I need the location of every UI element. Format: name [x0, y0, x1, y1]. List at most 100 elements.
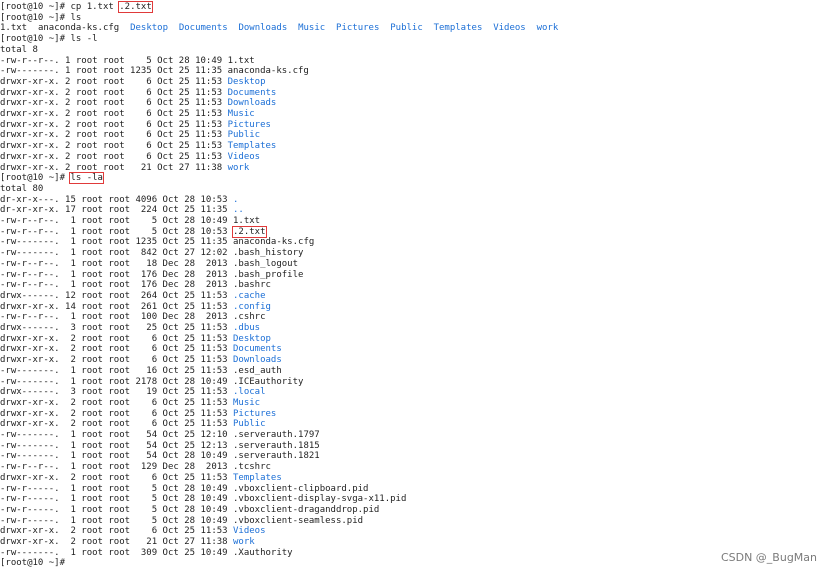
listing-row: -rw-r--r--. 1 root root 129 Dec 28 2013 …	[0, 462, 271, 473]
file-metadata: -rw-------. 1 root root 1235 Oct 25 11:3…	[0, 237, 233, 248]
directory-name: Documents	[227, 87, 277, 98]
highlighted-text: ls -la	[69, 172, 104, 185]
file-metadata: drwxr-xr-x. 2 root root 6 Oct 25 11:53	[0, 98, 228, 109]
file-name: .vboxclient-draganddrop.pid	[233, 504, 380, 515]
directory-name: Templates	[433, 23, 483, 34]
directory-name: Pictures	[336, 23, 380, 34]
directory-name: Templates	[227, 141, 277, 152]
file-metadata: -rw-------. 1 root root 54 Oct 25 12:10	[0, 430, 233, 440]
file-metadata: drwxr-xr-x. 2 root root 6 Oct 25 11:53	[0, 397, 233, 408]
directory-name: Videos	[493, 23, 526, 34]
command-text: cp 1.txt	[70, 2, 120, 12]
file-metadata: drwx------. 3 root root 19 Oct 25 11:53	[0, 387, 233, 398]
file-metadata: -rw-------. 1 root root 2178 Oct 28 10:4…	[0, 376, 233, 387]
directory-name: Pictures	[233, 408, 277, 419]
file-metadata: -rw-r--r--. 1 root root 5 Oct 28 10:49	[0, 216, 233, 226]
listing-row: drwxr-xr-x. 2 root root 6 Oct 25 11:53 D…	[0, 334, 271, 345]
output-line: total 80	[0, 184, 43, 195]
listing-row: drwxr-xr-x. 2 root root 6 Oct 25 11:53 D…	[0, 98, 276, 109]
listing-row: -rw-------. 1 root root 309 Oct 25 10:49…	[0, 548, 293, 559]
command-line: [root@10 ~]# ls -l	[0, 34, 98, 45]
file-metadata: -rw-r--r--. 1 root root 129 Dec 28 2013	[0, 462, 233, 473]
listing-row: drwxr-xr-x. 2 root root 6 Oct 25 11:53 D…	[0, 344, 282, 355]
directory-name: Public	[390, 23, 423, 34]
shell-prompt: [root@10 ~]#	[0, 558, 71, 569]
listing-row: -rw-r--r--. 1 root root 100 Dec 28 2013 …	[0, 312, 266, 323]
listing-row: drwxr-xr-x. 2 root root 6 Oct 25 11:53 P…	[0, 419, 266, 430]
file-name: 1.txt	[233, 216, 261, 226]
listing-row: -rw-r-----. 1 root root 5 Oct 28 10:49 .…	[0, 484, 368, 495]
file-metadata: drwxr-xr-x. 2 root root 6 Oct 25 11:53	[0, 109, 228, 119]
listing-row: drwxr-xr-x. 2 root root 6 Oct 25 11:53 P…	[0, 409, 276, 420]
watermark: CSDN @_BugMan	[720, 551, 817, 564]
listing-row: -rw-------. 1 root root 2178 Oct 28 10:4…	[0, 377, 303, 388]
file-metadata: drwxr-xr-x. 2 root root 6 Oct 25 11:53	[0, 408, 233, 419]
terminal-output[interactable]: [root@10 ~]# cp 1.txt .2.txt [root@10 ~]#…	[0, 0, 831, 574]
shell-prompt: [root@10 ~]#	[0, 34, 71, 45]
file-metadata: -rw-------. 1 root root 54 Oct 28 10:49	[0, 451, 233, 462]
listing-row: drwxr-xr-x. 14 root root 261 Oct 25 11:5…	[0, 302, 271, 313]
directory-name: Documents	[178, 23, 228, 34]
file-metadata: -rw-------. 1 root root 54 Oct 25 12:13	[0, 440, 233, 451]
file-metadata: drwxr-xr-x. 2 root root 6 Oct 25 11:53	[0, 76, 228, 87]
directory-name: Desktop	[227, 76, 266, 87]
listing-row: drwxr-xr-x. 2 root root 21 Oct 27 11:38 …	[0, 537, 255, 548]
file-metadata: drwxr-xr-x. 2 root root 6 Oct 25 11:53	[0, 344, 233, 355]
file-name: .bash_profile	[233, 269, 304, 280]
listing-row: -rw-r--r--. 1 root root 5 Oct 28 10:49 1…	[0, 216, 260, 227]
file-name: .serverauth.1797	[233, 430, 320, 440]
directory-name: Documents	[233, 344, 282, 355]
listing-row: drwxr-xr-x. 2 root root 6 Oct 25 11:53 T…	[0, 473, 282, 484]
file-name: 1.txt	[0, 23, 28, 34]
file-metadata: -rw-r-----. 1 root root 5 Oct 28 10:49	[0, 483, 233, 494]
file-name: .vboxclient-clipboard.pid	[233, 483, 369, 494]
file-metadata: drwx------. 12 root root 264 Oct 25 11:5…	[0, 290, 233, 301]
file-name: .2.txt	[232, 225, 267, 238]
file-name: anaconda-ks.cfg	[233, 237, 315, 248]
file-metadata: -rw-------. 1 root root 309 Oct 25 10:49	[0, 547, 233, 558]
file-name: .bash_history	[233, 248, 304, 259]
command-text: ls	[70, 12, 82, 23]
directory-name: Downloads	[233, 355, 282, 366]
listing-row: -rw-r-----. 1 root root 5 Oct 28 10:49 .…	[0, 494, 406, 505]
file-metadata: drwxr-xr-x. 2 root root 6 Oct 25 11:53	[0, 419, 233, 430]
directory-name: Pictures	[227, 119, 271, 130]
listing-row: -rw-------. 1 root root 1235 Oct 25 11:3…	[0, 237, 314, 248]
listing-row: drwxr-xr-x. 2 root root 6 Oct 25 11:53 D…	[0, 355, 282, 366]
output-text: total 80	[0, 183, 44, 194]
directory-name: .	[233, 194, 239, 205]
listing-row: drwxr-xr-x. 2 root root 6 Oct 25 11:53 P…	[0, 130, 260, 141]
file-metadata: -rw-r--r--. 1 root root 18 Dec 28 2013	[0, 258, 233, 269]
directory-name: Desktop	[130, 23, 168, 34]
file-metadata: dr-xr-x---. 15 root root 4096 Oct 28 10:…	[0, 194, 233, 205]
file-name: .bashrc	[233, 280, 271, 291]
directory-name: .config	[233, 301, 271, 312]
listing-row: drwxr-xr-x. 2 root root 6 Oct 25 11:53 V…	[0, 526, 266, 537]
file-name: .vboxclient-display-svga-x11.pid	[233, 494, 407, 505]
listing-row: -rw-------. 1 root root 54 Oct 25 12:10 …	[0, 430, 320, 441]
directory-name: Videos	[233, 526, 266, 537]
directory-name: Music	[233, 397, 261, 408]
file-metadata: -rw-------. 1 root root 16 Oct 25 11:53	[0, 365, 233, 376]
file-metadata: drwxr-xr-x. 14 root root 261 Oct 25 11:5…	[0, 301, 233, 312]
listing-row: -rw-------. 1 root root 54 Oct 28 10:49 …	[0, 451, 320, 462]
file-metadata: drwxr-xr-x. 2 root root 6 Oct 25 11:53	[0, 355, 233, 366]
directory-name: .local	[233, 387, 266, 398]
directory-name: work	[227, 162, 250, 173]
file-name: .tcshrc	[233, 462, 271, 473]
file-name: .serverauth.1815	[233, 440, 320, 451]
listing-row: drwxr-xr-x. 2 root root 6 Oct 25 11:53 P…	[0, 120, 271, 131]
file-metadata: drwxr-xr-x. 2 root root 6 Oct 25 11:53	[0, 141, 228, 152]
listing-row: -rw-------. 1 root root 54 Oct 25 12:13 …	[0, 441, 320, 452]
file-name: .esd_auth	[233, 365, 282, 376]
file-name: .Xauthority	[233, 547, 293, 558]
directory-name: ..	[233, 205, 244, 216]
listing-row: dr-xr-xr-x. 17 root root 224 Oct 25 11:3…	[0, 205, 244, 216]
file-metadata: -rw-r--r--. 1 root root 176 Dec 28 2013	[0, 269, 233, 280]
listing-row: drwxr-xr-x. 2 root root 6 Oct 25 11:53 M…	[0, 398, 260, 409]
file-name: anaconda-ks.cfg	[37, 23, 120, 34]
file-name: .ICEauthority	[233, 376, 304, 387]
command-line: [root@10 ~]# cp 1.txt .2.txt	[0, 1, 153, 13]
file-metadata: drwxr-xr-x. 2 root root 6 Oct 25 11:53	[0, 87, 228, 98]
file-name: .cshrc	[233, 312, 266, 323]
